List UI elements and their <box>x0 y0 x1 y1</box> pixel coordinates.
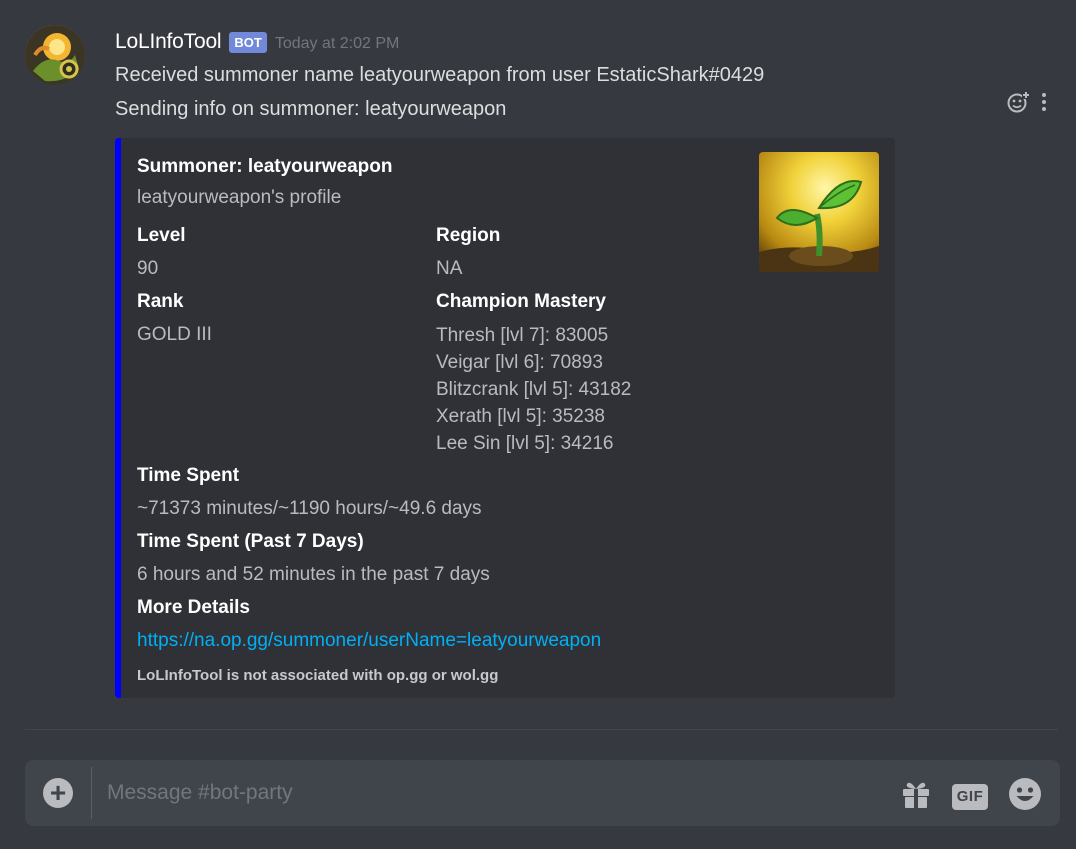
field-value-rank: GOLD III <box>137 324 212 345</box>
embed-thumbnail[interactable] <box>759 152 879 272</box>
bot-tag: BOT <box>229 31 267 53</box>
username[interactable]: LoLInfoTool <box>115 30 222 54</box>
message-input[interactable] <box>107 776 867 810</box>
field-name-region: Region <box>436 225 501 246</box>
op-gg-link[interactable]: https://na.op.gg/summoner/userName=leaty… <box>137 630 601 652</box>
timestamp: Today at 2:02 PM <box>274 35 400 52</box>
emoji-icon[interactable] <box>1008 777 1042 816</box>
field-name-rank: Rank <box>137 291 184 312</box>
more-options-icon[interactable] <box>1040 91 1048 118</box>
field-name-level: Level <box>137 225 186 246</box>
field-value-level: 90 <box>137 258 159 279</box>
message-hover-actions <box>1006 90 1048 119</box>
bot-message: LoLInfoTool BOT Today at 2:02 PM Receive… <box>0 0 1076 712</box>
message-divider <box>25 729 1058 730</box>
embed-description: leatyourweapon's profile <box>137 187 342 208</box>
message-composer: + GIF <box>25 760 1060 826</box>
composer-actions: GIF <box>900 777 1042 816</box>
bot-avatar[interactable] <box>25 25 85 85</box>
champion-mastery-list: Thresh [lvl 7]: 83005 Veigar [lvl 6]: 70… <box>436 322 631 457</box>
mastery-item: Veigar [lvl 6]: 70893 <box>436 352 603 373</box>
field-name-time-spent-week: Time Spent (Past 7 Days) <box>137 531 364 552</box>
field-value-time-spent: ~71373 minutes/~1190 hours/~49.6 days <box>137 498 482 519</box>
mastery-item: Blitzcrank [lvl 5]: 43182 <box>436 379 632 400</box>
message-header: LoLInfoTool BOT Today at 2:02 PM <box>115 28 399 56</box>
mastery-item: Lee Sin [lvl 5]: 34216 <box>436 433 614 454</box>
field-value-region: NA <box>436 258 463 279</box>
field-name-time-spent: Time Spent <box>137 465 240 486</box>
seedling-icon <box>759 152 879 272</box>
embed-accent-stripe <box>115 138 121 698</box>
field-value-time-spent-week: 6 hours and 52 minutes in the past 7 day… <box>137 564 490 585</box>
message-text-line: Received summoner name leatyourweapon fr… <box>115 64 765 86</box>
embed-title: Summoner: leatyourweapon <box>137 156 393 177</box>
summoner-embed: Summoner: leatyourweapon leatyourweapon'… <box>115 138 895 698</box>
field-name-champion-mastery: Champion Mastery <box>436 291 606 312</box>
attach-button[interactable]: + <box>43 778 73 808</box>
field-name-more-details: More Details <box>137 597 250 618</box>
gif-button[interactable]: GIF <box>952 783 988 810</box>
add-reaction-icon[interactable] <box>1006 90 1030 119</box>
message-text-line: Sending info on summoner: leatyourweapon <box>115 98 507 120</box>
avatar-art <box>25 25 85 85</box>
mastery-item: Xerath [lvl 5]: 35238 <box>436 406 605 427</box>
gift-icon[interactable] <box>900 778 932 815</box>
composer-separator <box>91 767 92 819</box>
embed-footer: LoLInfoTool is not associated with op.gg… <box>137 667 499 684</box>
mastery-item: Thresh [lvl 7]: 83005 <box>436 325 609 346</box>
